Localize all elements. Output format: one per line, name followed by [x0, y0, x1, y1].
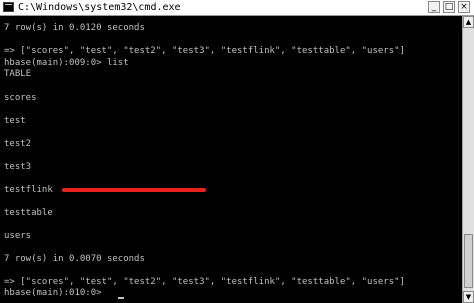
- console-line: testflink: [4, 185, 53, 195]
- console-lines: 7 row(s) in 0.0120 seconds => ["scores",…: [4, 16, 405, 298]
- scroll-thumb[interactable]: [464, 234, 473, 288]
- scroll-up-arrow-icon[interactable]: ▲: [463, 16, 474, 28]
- red-underline-annotation: [62, 188, 206, 192]
- window-controls: _ □ ×: [428, 1, 470, 14]
- console-line: TABLE: [4, 69, 32, 79]
- cmd-app-icon[interactable]: [3, 2, 14, 12]
- console-line: testtable: [4, 208, 53, 218]
- console-line: 7 row(s) in 0.0120 seconds: [4, 23, 145, 33]
- console-line: test3: [4, 162, 32, 172]
- scroll-down-arrow-icon[interactable]: ▼: [463, 291, 474, 303]
- close-button[interactable]: ×: [458, 1, 470, 13]
- console-line: 7 row(s) in 0.0070 seconds: [4, 254, 145, 264]
- cmd-window: C:\Windows\system32\cmd.exe _ □ × 7 row(…: [0, 0, 474, 303]
- window-title: C:\Windows\system32\cmd.exe: [18, 2, 181, 13]
- console-prompt: hbase(main):010:0>: [4, 288, 107, 298]
- console-line: users: [4, 231, 32, 241]
- console-line: test: [4, 116, 26, 126]
- title-bar[interactable]: C:\Windows\system32\cmd.exe _ □ ×: [0, 0, 474, 16]
- minimize-button[interactable]: _: [428, 1, 440, 13]
- console-line: test2: [4, 139, 32, 149]
- console-line: scores: [4, 93, 37, 103]
- console-output[interactable]: 7 row(s) in 0.0120 seconds => ["scores",…: [0, 16, 462, 303]
- vertical-scrollbar[interactable]: ▲ ▼: [462, 16, 474, 303]
- text-cursor: [118, 297, 124, 299]
- maximize-button[interactable]: □: [443, 1, 455, 13]
- console-line: => ["scores", "test", "test2", "test3", …: [4, 46, 405, 56]
